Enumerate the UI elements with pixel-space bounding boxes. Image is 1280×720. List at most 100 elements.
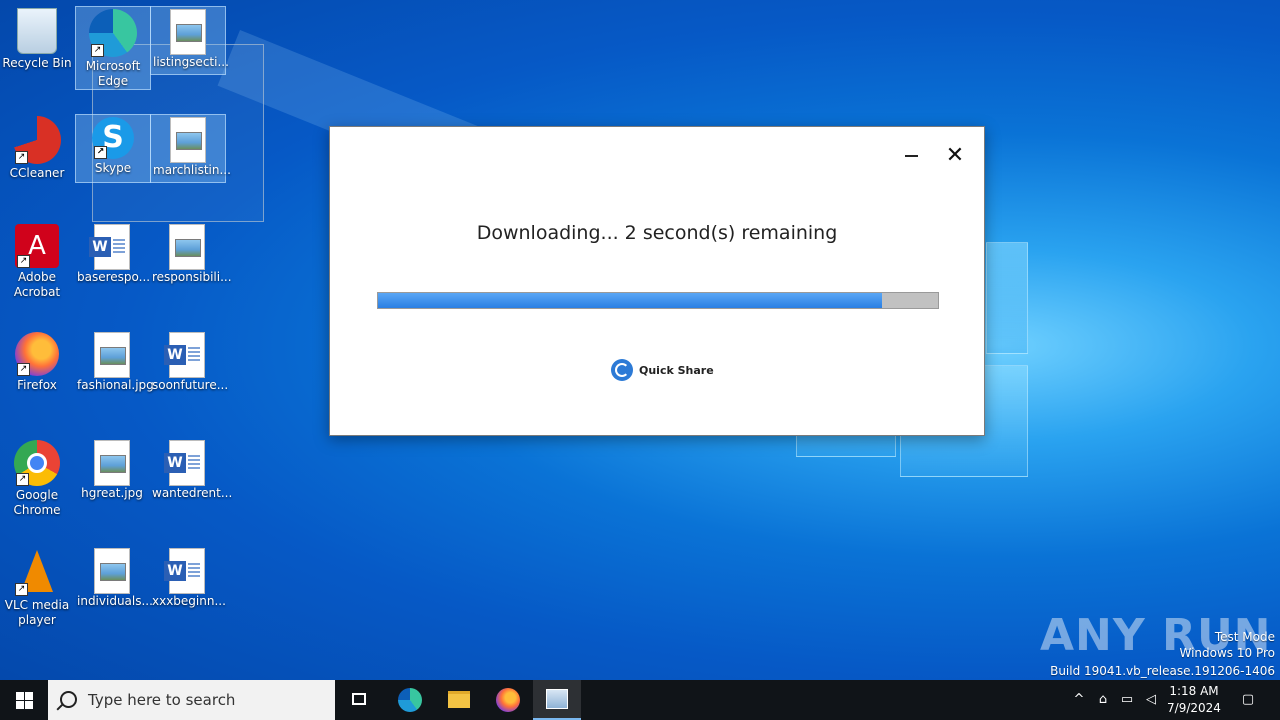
shortcut-arrow-icon: ↗ bbox=[15, 583, 28, 596]
meet-now-icon[interactable]: ⌂ bbox=[1094, 690, 1112, 710]
desktop-icon-file[interactable]: fashional.jpg bbox=[75, 330, 154, 393]
shortcut-arrow-icon: ↗ bbox=[17, 255, 30, 268]
download-dialog: ✕ Downloading... 2 second(s) remaining Q… bbox=[329, 126, 985, 436]
desktop-icon-label: listingsecti... bbox=[153, 55, 229, 69]
desktop-icon-file[interactable]: individuals... bbox=[75, 546, 153, 609]
desktop-icon-label: Google Chrome bbox=[13, 488, 61, 517]
shortcut-arrow-icon: ↗ bbox=[94, 146, 107, 159]
desktop-icon-file[interactable]: listingsecti... bbox=[150, 6, 229, 75]
progress-fill bbox=[378, 293, 882, 308]
windows-start-icon-pane bbox=[25, 692, 33, 700]
desktop-icon-label: CCleaner bbox=[9, 166, 65, 180]
folder-icon bbox=[448, 691, 470, 708]
recycle-bin-icon bbox=[17, 8, 57, 54]
vlc-icon: ↗ bbox=[13, 548, 61, 596]
task-view-icon bbox=[352, 693, 366, 705]
word-file-icon: W bbox=[164, 332, 205, 378]
download-progress-bar bbox=[377, 292, 939, 309]
chrome-icon: ↗ bbox=[14, 440, 60, 486]
taskbar-installer-button[interactable] bbox=[533, 680, 581, 720]
action-center-notification-icon[interactable]: ▢ bbox=[1238, 690, 1258, 710]
desktop-icon-label: individuals... bbox=[77, 594, 153, 608]
quick-share-logo-icon bbox=[611, 359, 633, 381]
image-file-icon bbox=[94, 332, 130, 378]
desktop-icon-label: Microsoft Edge bbox=[85, 59, 141, 88]
desktop-icon-label: fashional.jpg bbox=[77, 378, 154, 392]
image-file-icon bbox=[170, 9, 206, 55]
desktop-icon-file[interactable]: responsibili... bbox=[150, 222, 232, 285]
taskbar: Type here to search ^ ⌂ ▭ ◁ 1:18 AM 7/9/… bbox=[0, 680, 1280, 720]
windows-start-icon-pane bbox=[25, 701, 33, 709]
desktop-icon-label: wantedrent... bbox=[152, 486, 233, 500]
taskbar-clock[interactable]: 1:18 AM 7/9/2024 bbox=[1162, 683, 1226, 717]
shortcut-arrow-icon: ↗ bbox=[15, 151, 28, 164]
taskbar-firefox-button[interactable] bbox=[484, 680, 532, 720]
taskbar-search-box[interactable]: Type here to search bbox=[48, 680, 335, 720]
desktop-icon-label: Firefox bbox=[17, 378, 57, 392]
shortcut-arrow-icon: ↗ bbox=[91, 44, 104, 57]
skype-icon: S ↗ bbox=[92, 117, 134, 159]
shortcut-arrow-icon: ↗ bbox=[17, 363, 30, 376]
image-file-icon bbox=[169, 224, 205, 270]
desktop-icon-recycle-bin[interactable]: Recycle Bin bbox=[0, 6, 74, 71]
clock-time: 1:18 AM bbox=[1169, 684, 1219, 698]
desktop-icon-label: soonfuture... bbox=[152, 378, 229, 392]
download-status-text: Downloading... 2 second(s) remaining bbox=[476, 222, 838, 244]
show-hidden-icons-chevron-icon[interactable]: ^ bbox=[1070, 690, 1088, 710]
desktop-icon-file[interactable]: marchlistin... bbox=[150, 114, 231, 183]
desktop-icon-ccleaner[interactable]: ↗ CCleaner bbox=[0, 114, 74, 181]
desktop-icon-label: xxxbeginn... bbox=[152, 594, 226, 608]
edge-icon: ↗ bbox=[89, 9, 137, 57]
network-icon[interactable]: ▭ bbox=[1118, 690, 1136, 710]
edge-icon bbox=[398, 688, 422, 712]
desktop-icon-label: baserespo... bbox=[77, 270, 151, 284]
taskbar-file-explorer-button[interactable] bbox=[435, 680, 483, 720]
desktop-icon-label: hgreat.jpg bbox=[81, 486, 143, 500]
desktop-icon-label: VLC media player bbox=[4, 598, 70, 627]
windows-start-icon-pane bbox=[16, 701, 24, 709]
desktop-icon-label: Recycle Bin bbox=[2, 56, 72, 70]
image-file-icon bbox=[94, 548, 130, 594]
desktop-icon-file[interactable]: W wantedrent... bbox=[150, 438, 233, 501]
watermark-line3: Build 19041.vb_release.191206-1406 bbox=[1050, 664, 1275, 678]
watermark-line2: Windows 10 Pro bbox=[1179, 646, 1275, 660]
desktop-icon-label: responsibili... bbox=[152, 270, 232, 284]
windows-start-icon bbox=[16, 692, 24, 700]
close-button[interactable]: ✕ bbox=[942, 143, 968, 169]
desktop-icon-edge[interactable]: ↗ Microsoft Edge bbox=[75, 6, 151, 90]
desktop-icon-chrome[interactable]: ↗ Google Chrome bbox=[0, 438, 74, 518]
taskbar-edge-button[interactable] bbox=[386, 680, 434, 720]
search-placeholder: Type here to search bbox=[88, 691, 236, 709]
ccleaner-icon: ↗ bbox=[13, 116, 61, 164]
desktop-icon-file[interactable]: hgreat.jpg bbox=[75, 438, 149, 501]
desktop-icon-firefox[interactable]: ↗ Firefox bbox=[0, 330, 74, 393]
search-icon bbox=[60, 691, 77, 708]
desktop-icon-label: Adobe Acrobat bbox=[13, 270, 61, 299]
desktop-icon-file[interactable]: W baserespo... bbox=[75, 222, 151, 285]
installer-app-icon bbox=[546, 689, 568, 709]
task-view-button[interactable] bbox=[336, 680, 384, 720]
shortcut-arrow-icon: ↗ bbox=[16, 473, 29, 486]
desktop-icon-file[interactable]: W soonfuture... bbox=[150, 330, 229, 393]
brand-badge: Quick Share bbox=[611, 358, 714, 382]
word-file-icon: W bbox=[89, 224, 130, 270]
desktop-icon-vlc[interactable]: ↗ VLC media player bbox=[0, 546, 74, 628]
image-file-icon bbox=[94, 440, 130, 486]
close-icon: ✕ bbox=[945, 143, 965, 168]
image-file-icon bbox=[170, 117, 206, 163]
acrobat-icon: A ↗ bbox=[15, 224, 59, 268]
firefox-icon bbox=[496, 688, 520, 712]
desktop-icon-label: marchlistin... bbox=[153, 163, 231, 177]
volume-icon[interactable]: ◁ bbox=[1142, 690, 1160, 710]
clock-date: 7/9/2024 bbox=[1167, 701, 1221, 715]
minimize-button[interactable] bbox=[900, 143, 924, 167]
desktop-icon-skype[interactable]: S ↗ Skype bbox=[75, 114, 151, 183]
desktop-icon-file[interactable]: W xxxbeginn... bbox=[150, 546, 226, 609]
firefox-icon: ↗ bbox=[15, 332, 59, 376]
brand-label: Quick Share bbox=[639, 363, 714, 377]
desktop-icon-adobe-acrobat[interactable]: A ↗ Adobe Acrobat bbox=[0, 222, 74, 300]
word-file-icon: W bbox=[164, 440, 205, 486]
start-button[interactable] bbox=[0, 680, 48, 720]
word-file-icon: W bbox=[164, 548, 205, 594]
watermark-line1: Test Mode bbox=[1214, 630, 1275, 644]
